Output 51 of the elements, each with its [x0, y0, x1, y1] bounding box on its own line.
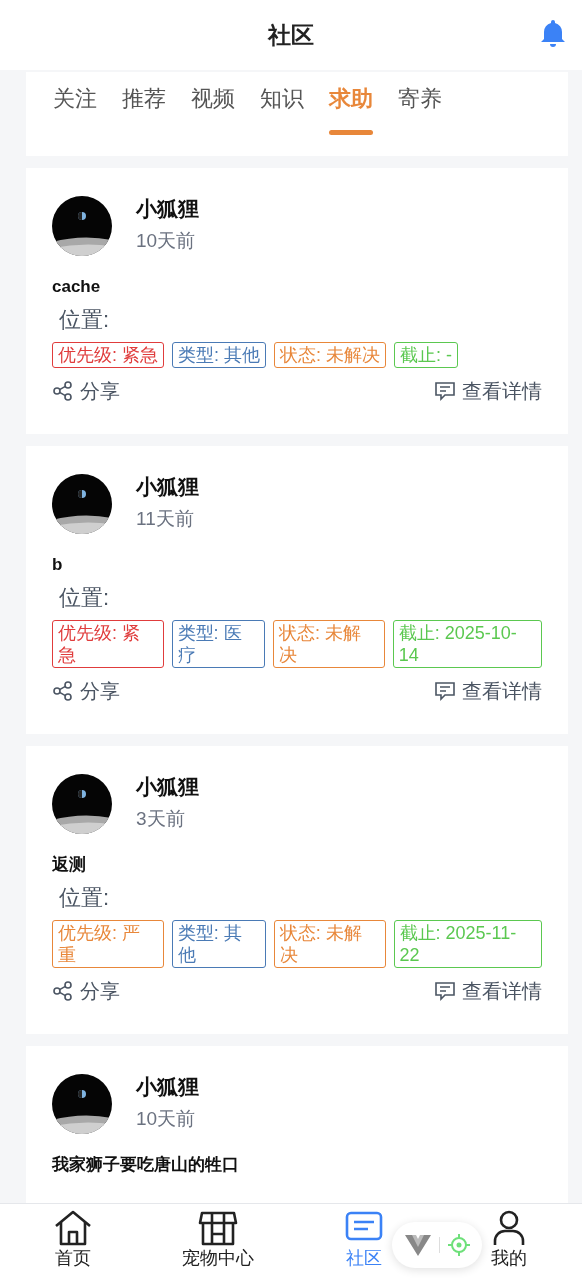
- author-name: 小狐狸: [136, 196, 199, 222]
- tag: 类型: 其他: [171, 920, 266, 968]
- location-label: 位置:: [58, 584, 111, 612]
- comment-icon: [434, 680, 456, 702]
- author-name: 小狐狸: [136, 474, 199, 500]
- post-time: 11天前: [136, 507, 195, 531]
- tab[interactable]: 知识: [249, 84, 315, 114]
- post-title: b: [52, 554, 64, 576]
- details-button[interactable]: 查看详情: [434, 676, 542, 706]
- share-icon: [52, 980, 74, 1002]
- comment-icon: [434, 980, 456, 1002]
- page-title: 社区: [268, 20, 314, 50]
- tag: 截止: 2025-11-22: [393, 920, 542, 968]
- share-button[interactable]: 分享: [52, 976, 120, 1006]
- post-time: 10天前: [136, 1107, 197, 1131]
- post-title: 我家狮子要吃唐山的牲口: [52, 1154, 240, 1176]
- tag: 优先级: 紧急: [52, 620, 164, 668]
- tag: 状态: 未解决: [273, 920, 386, 968]
- tab[interactable]: 关注: [42, 84, 108, 114]
- post-time: 10天前: [136, 229, 197, 253]
- post-time: 3天前: [136, 807, 186, 831]
- share-button[interactable]: 分享: [52, 376, 120, 406]
- store-icon: [198, 1210, 239, 1246]
- comment-icon: [434, 380, 456, 402]
- location-label: 位置:: [58, 884, 111, 912]
- tag: 截止: 2025-10-14: [392, 620, 542, 668]
- tab[interactable]: 推荐: [111, 84, 177, 114]
- tab[interactable]: 寄养: [387, 84, 453, 114]
- nav-item[interactable]: 宠物中心: [182, 1204, 255, 1270]
- details-button[interactable]: 查看详情: [434, 976, 542, 1006]
- author-name: 小狐狸: [136, 774, 199, 800]
- author-name: 小狐狸: [136, 1074, 199, 1100]
- nav-item[interactable]: 首页: [52, 1204, 93, 1270]
- share-button[interactable]: 分享: [52, 676, 120, 706]
- nav-item[interactable]: 社区: [343, 1204, 384, 1270]
- post-title: cache: [52, 276, 102, 298]
- details-button[interactable]: 查看详情: [434, 376, 542, 406]
- tab[interactable]: 视频: [180, 84, 246, 114]
- nav-item[interactable]: 我的: [489, 1204, 530, 1270]
- v-shape-icon[interactable]: [403, 1233, 432, 1257]
- post-title: 返测: [52, 854, 87, 876]
- tag: 状态: 未解决: [273, 620, 385, 668]
- location-label: 位置:: [58, 306, 111, 334]
- share-icon: [52, 380, 74, 402]
- tag: 状态: 未解决: [274, 342, 387, 368]
- share-icon: [52, 680, 74, 702]
- tag: 截止: -: [394, 342, 459, 368]
- tag: 类型: 医疗: [171, 620, 266, 668]
- tag: 优先级: 紧急: [52, 342, 164, 368]
- tag: 优先级: 严重: [52, 920, 164, 968]
- tag: 类型: 其他: [172, 342, 267, 368]
